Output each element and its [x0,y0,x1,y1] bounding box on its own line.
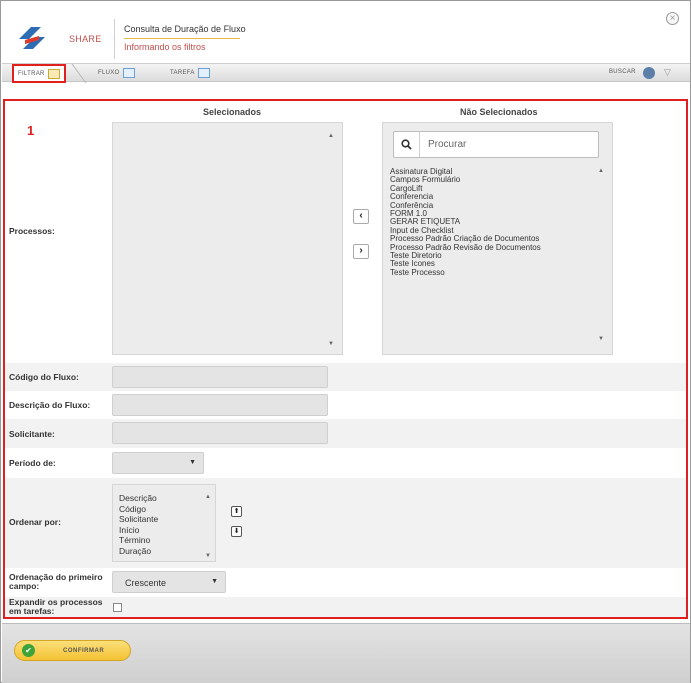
ordenacao-select[interactable]: Crescente ▼ [112,571,226,593]
row-ordenacao: Ordenação do primeiro campo: Crescente ▼ [5,568,686,597]
funnel-icon [47,68,60,79]
ordenacao-label: Ordenação do primeiro campo: [9,573,103,591]
tab-fluxo[interactable]: FLUXO [98,68,135,78]
tab-tarefa[interactable]: TAREFA [170,68,210,78]
order-option[interactable]: Duração [119,546,158,557]
ordenar-label: Ordenar por: [9,517,61,527]
expandir-label: Expandir os processos em tarefas: [9,598,103,616]
share-logo-icon [19,27,45,49]
check-icon: ✔ [22,644,35,657]
solicitante-label: Solicitante: [9,429,55,439]
scroll-up-icon[interactable]: ▲ [328,133,334,139]
chevron-down-icon[interactable]: ▽ [664,67,671,78]
tab-label: TAREFA [170,70,195,76]
scroll-down-icon[interactable]: ▼ [205,551,211,562]
page-subtitle: Informando os filtros [124,42,206,52]
ordenar-list[interactable]: Descrição Código Solicitante Início Término D… [112,484,216,562]
order-option[interactable]: Descrição [119,493,158,504]
periodo-label: Período de: [9,458,56,468]
title-underline [124,38,240,39]
search-button[interactable] [394,132,420,157]
order-option[interactable]: Término [119,535,158,546]
grid-icon [122,68,135,78]
tab-label: FLUXO [98,70,120,76]
move-up-button[interactable]: ⬆ [231,506,242,517]
tab-label: FILTRAR [18,70,45,77]
available-process-options[interactable]: Assinatura Digital Campos Formulário Cargo… [390,167,541,277]
unselected-process-list[interactable]: Assinatura DigitalCampos FormulárioCargo… [382,122,613,355]
caret-down-icon: ▼ [189,459,196,466]
process-option[interactable]: Teste Processo [390,268,541,277]
close-icon[interactable]: × [666,12,679,25]
row-solicitante: Solicitante: [5,419,686,448]
search-label: BUSCAR [609,69,636,75]
ordenar-options: Descrição Código Solicitante Início Término D… [119,493,158,556]
selected-header: Selecionados [203,107,262,117]
header-divider [114,19,115,59]
tab-bar: FILTRAR FLUXO TAREFA BUSCAR ▽ [2,63,690,83]
ordenacao-value: Crescente [125,578,167,588]
row-expandir: Expandir os processos em tarefas: [5,597,686,617]
unselected-header: Não Selecionados [460,107,538,117]
codigo-field[interactable] [112,366,328,388]
row-descricao: Descrição do Fluxo: [5,391,686,419]
scroll-up-icon[interactable]: ▲ [205,492,211,503]
search-icon[interactable] [643,67,655,79]
expandir-label-line2: em tarefas: [9,606,55,616]
grid-icon [197,68,210,78]
row-codigo: Código do Fluxo: [5,363,686,391]
move-right-button[interactable]: › [353,244,369,259]
search-icon [401,139,412,150]
tab-divider [71,64,87,83]
tab-filtrar[interactable]: FILTRAR [12,64,66,83]
confirm-button[interactable]: ✔ CONFIRMAR [14,640,131,661]
caret-down-icon: ▼ [211,578,218,585]
move-down-button[interactable]: ⬇ [231,526,242,537]
descricao-field[interactable] [112,394,328,416]
row-ordenar: Ordenar por: Descrição Código Solicitante I… [5,478,686,568]
ordenacao-label-line2: campo: [9,581,40,591]
confirm-label: CONFIRMAR [63,647,105,654]
selected-process-list[interactable]: ▲ ▼ [112,122,343,355]
row-periodo: Período de: ▼ [5,448,686,478]
scroll-down-icon[interactable]: ▼ [598,336,604,342]
app-window: SHARE Consulta de Duração de Fluxo Infor… [0,0,691,683]
move-left-button[interactable]: ‹ [353,209,369,224]
scroll-up-icon[interactable]: ▲ [598,168,604,174]
order-option[interactable]: Solicitante [119,514,158,525]
footer: ✔ CONFIRMAR [2,623,690,683]
brand-name: SHARE [69,34,102,44]
processos-label: Processos: [9,226,55,236]
filter-panel: 1 Selecionados Não Selecionados Processo… [3,99,688,619]
search-input[interactable] [428,136,588,153]
expandir-checkbox[interactable] [113,603,122,612]
codigo-label: Código do Fluxo: [9,372,79,382]
order-option[interactable]: Código [119,504,158,515]
scroll-down-icon[interactable]: ▼ [328,341,334,347]
annotation-number: 1 [27,123,35,138]
process-search[interactable] [393,131,599,158]
periodo-select[interactable]: ▼ [112,452,204,474]
page-title: Consulta de Duração de Fluxo [124,24,246,34]
solicitante-field[interactable] [112,422,328,444]
order-option[interactable]: Início [119,525,158,536]
header: SHARE Consulta de Duração de Fluxo Infor… [1,1,690,65]
descricao-label: Descrição do Fluxo: [9,400,91,410]
